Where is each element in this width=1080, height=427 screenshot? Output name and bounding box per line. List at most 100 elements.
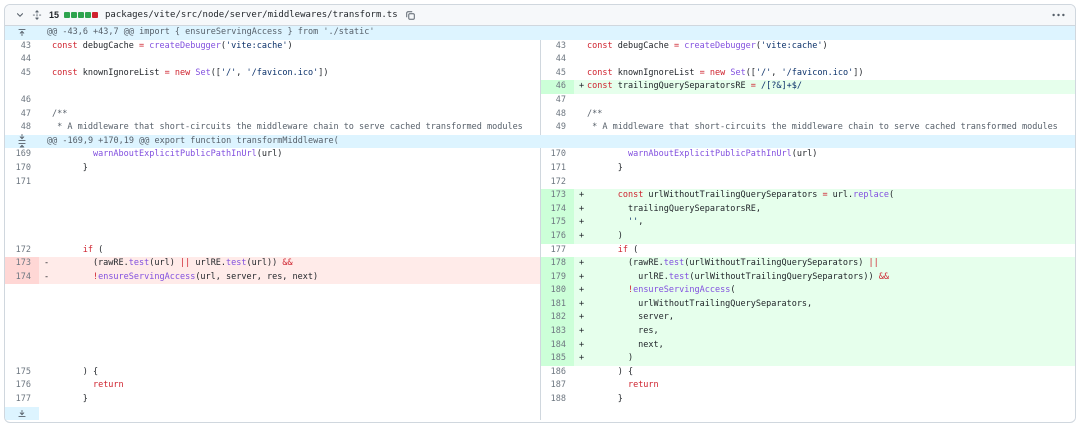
line-number[interactable]: 176: [5, 379, 39, 394]
line-number[interactable]: 188: [540, 393, 574, 407]
line-number[interactable]: 43: [540, 39, 574, 54]
code-token: urlWithoutTrailingQuerySeparators,: [587, 298, 813, 309]
code-token: ): [587, 230, 623, 241]
code-token: /**: [587, 108, 603, 119]
code-token: ) {: [52, 366, 99, 377]
code-token: (url): [149, 258, 180, 269]
code-line: const debugCache = createDebugger('vite:…: [39, 39, 540, 54]
diffstat-blocks: [64, 12, 99, 18]
file-options-button[interactable]: [1052, 13, 1065, 17]
line-number[interactable]: 180: [540, 284, 574, 298]
expand-all-hunks-button[interactable]: [32, 9, 42, 21]
code-token: warnAboutExplicitPublicPathInUrl: [92, 149, 257, 160]
code-token: &&: [282, 258, 293, 269]
code-token: ]): [318, 67, 329, 78]
code-token: const: [587, 67, 613, 78]
line-number[interactable]: 169: [5, 148, 39, 162]
kebab-icon: [1052, 13, 1065, 17]
line-number[interactable]: 173: [540, 189, 574, 203]
line-number[interactable]: 43: [5, 39, 39, 54]
line-number[interactable]: 174: [540, 202, 574, 217]
line-number[interactable]: 176: [540, 229, 574, 244]
line-number[interactable]: 170: [540, 148, 574, 162]
diffstat-block: [71, 12, 78, 18]
copy-icon: [405, 10, 415, 20]
line-number[interactable]: 178: [540, 257, 574, 271]
code-line: + res,: [574, 325, 1075, 339]
line-number[interactable]: 174: [5, 270, 39, 285]
line-number[interactable]: 170: [5, 161, 39, 176]
code-token: const: [617, 190, 644, 201]
line-number[interactable]: 184: [540, 338, 574, 353]
code-token: urlRE.: [190, 258, 227, 269]
code-token: 'vite:cache': [226, 40, 288, 51]
code-line: [39, 352, 540, 366]
line-number[interactable]: 185: [540, 352, 574, 366]
line-number[interactable]: 175: [540, 216, 574, 230]
code-token: (rawRE.: [52, 258, 129, 269]
file-path[interactable]: packages/vite/src/node/server/middleware…: [105, 10, 398, 20]
line-number[interactable]: 177: [5, 393, 39, 407]
collapse-file-button[interactable]: [15, 10, 25, 20]
line-number[interactable]: 172: [5, 243, 39, 258]
line-number[interactable]: 44: [5, 53, 39, 67]
code-line: [574, 93, 1075, 108]
line-number[interactable]: 46: [5, 93, 39, 108]
code-line: + server,: [574, 311, 1075, 326]
code-line: [39, 284, 540, 298]
code-token: if: [617, 244, 628, 255]
copy-path-button[interactable]: [405, 10, 416, 21]
line-number[interactable]: 172: [540, 175, 574, 190]
diffstat-block: [64, 12, 71, 18]
code-token: /**: [52, 108, 68, 119]
code-token: ): [587, 353, 634, 364]
line-number[interactable]: 47: [540, 93, 574, 108]
line-number[interactable]: 171: [5, 175, 39, 190]
diff-sign: +: [578, 190, 585, 201]
code-token: 'vite:cache': [761, 40, 823, 51]
line-number[interactable]: 45: [540, 66, 574, 81]
line-number[interactable]: 47: [5, 107, 39, 122]
code-line: /**: [574, 107, 1075, 122]
code-token: }: [587, 394, 623, 405]
expand-down-button[interactable]: [5, 409, 39, 418]
line-number[interactable]: 45: [5, 66, 39, 81]
diff-sign: [576, 176, 587, 190]
expand-up-button[interactable]: [5, 28, 39, 37]
code-token: server,: [587, 312, 674, 323]
code-token: debugCache: [77, 40, 140, 51]
diff-sign: +: [578, 217, 585, 228]
expand-down-button[interactable]: [5, 133, 39, 142]
line-number[interactable]: 46: [540, 80, 574, 94]
code-line: + const urlWithoutTrailingQuerySeparator…: [574, 189, 1075, 203]
line-number: [5, 284, 39, 298]
code-line: warnAboutExplicitPublicPathInUrl(url): [39, 148, 540, 162]
code-token: const: [52, 40, 78, 51]
line-number[interactable]: 186: [540, 365, 574, 380]
code-token: ([: [745, 67, 756, 78]
code-line: return: [39, 379, 540, 394]
line-number[interactable]: 182: [540, 311, 574, 326]
line-number[interactable]: 173: [5, 257, 39, 271]
code-token: * A middleware that short-circuits the m…: [587, 122, 1058, 133]
diff-sign: +: [578, 339, 585, 350]
line-number[interactable]: 49: [540, 121, 574, 135]
line-number[interactable]: 171: [540, 161, 574, 176]
line-number[interactable]: 179: [540, 270, 574, 285]
diffstat-count: 15: [49, 10, 60, 20]
line-number[interactable]: 181: [540, 297, 574, 312]
code-token: }: [587, 162, 623, 173]
code-line: - (rawRE.test(url) || urlRE.test(url)) &…: [39, 257, 540, 271]
code-line: * A middleware that short-circuits the m…: [39, 121, 540, 135]
line-number[interactable]: 48: [540, 107, 574, 122]
diff-sign: +: [578, 285, 585, 296]
line-number[interactable]: 175: [5, 365, 39, 380]
diff-sign: [576, 379, 587, 393]
line-number[interactable]: 183: [540, 325, 574, 339]
diff-sign: +: [578, 298, 585, 309]
line-number[interactable]: 177: [540, 243, 574, 258]
line-number[interactable]: 44: [540, 53, 574, 67]
line-number[interactable]: 187: [540, 379, 574, 394]
